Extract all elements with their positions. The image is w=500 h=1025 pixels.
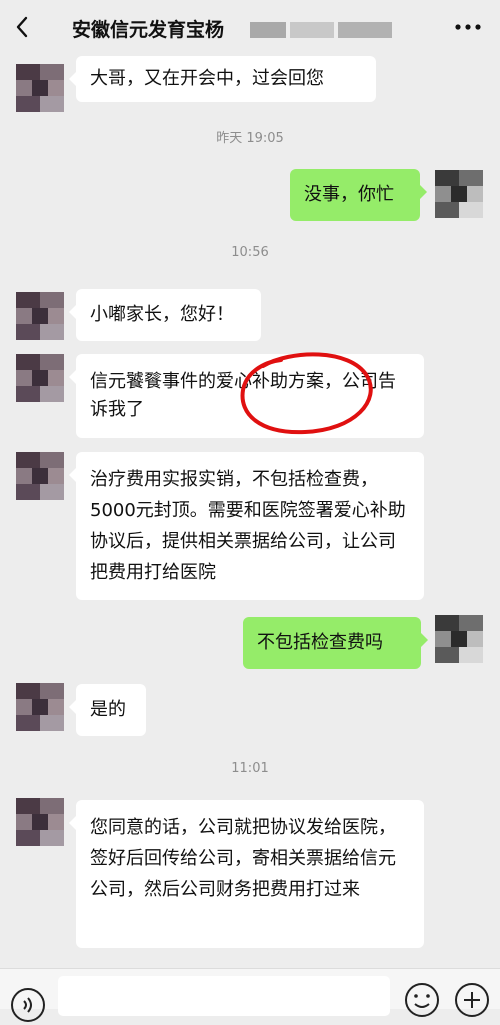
message-bubble-incoming[interactable]: 小嘟家长，您好！ bbox=[69, 289, 261, 341]
chat-title: 安徽信元发育宝杨 bbox=[72, 19, 225, 41]
timestamp: 昨天 19:05 bbox=[216, 131, 284, 146]
message-bubble-outgoing[interactable]: 不包括检查费吗 bbox=[243, 617, 428, 669]
avatar[interactable] bbox=[435, 170, 483, 218]
redacted-name bbox=[250, 22, 286, 38]
message-text: 信元饕餮事件的爱心补助方案，公司告诉我了 bbox=[90, 371, 396, 420]
message-bubble-incoming[interactable]: 您同意的话，公司就把协议发给医院，签好后回传给公司，寄相关票据给信元公司，然后公… bbox=[69, 800, 424, 948]
message-text: 是的 bbox=[90, 699, 126, 720]
message-bubble-incoming[interactable]: 是的 bbox=[69, 684, 146, 736]
message-bubble-outgoing[interactable]: 没事，你忙 bbox=[290, 169, 427, 221]
timestamp: 10:56 bbox=[231, 245, 269, 260]
avatar[interactable] bbox=[16, 452, 64, 500]
chevron-left-icon[interactable] bbox=[10, 12, 34, 42]
message-text: 大哥，又在开会中，过会回您 bbox=[90, 68, 324, 89]
avatar[interactable] bbox=[16, 798, 64, 846]
avatar[interactable] bbox=[16, 354, 64, 402]
message-text: 不包括检查费吗 bbox=[257, 632, 383, 653]
avatar[interactable] bbox=[435, 615, 483, 663]
voice-icon[interactable] bbox=[8, 985, 48, 1025]
message-input[interactable] bbox=[58, 976, 390, 1016]
avatar[interactable] bbox=[16, 683, 64, 731]
message-text: 小嘟家长，您好！ bbox=[90, 304, 234, 325]
message-text: 您同意的话，公司就把协议发给医院，签好后回传给公司，寄相关票据给信元公司，然后公… bbox=[90, 817, 396, 900]
redacted-name bbox=[290, 22, 334, 38]
message-bubble-incoming[interactable]: 信元饕餮事件的爱心补助方案，公司告诉我了 bbox=[69, 354, 424, 438]
avatar[interactable] bbox=[16, 64, 64, 112]
message-text: 治疗费用实报实销，不包括检查费，5000元封顶。需要和医院签署爱心补助协议后，提… bbox=[90, 469, 406, 583]
plus-circle-icon[interactable] bbox=[452, 980, 492, 1020]
more-dots-icon[interactable] bbox=[450, 12, 486, 42]
message-bubble-incoming[interactable]: 大哥，又在开会中，过会回您 bbox=[69, 56, 376, 102]
redacted-name bbox=[338, 22, 392, 38]
chat-header: 安徽信元发育宝杨 bbox=[0, 0, 500, 56]
timestamp: 11:01 bbox=[231, 761, 269, 776]
emoji-icon[interactable] bbox=[402, 980, 442, 1020]
message-bubble-incoming[interactable]: 治疗费用实报实销，不包括检查费，5000元封顶。需要和医院签署爱心补助协议后，提… bbox=[69, 452, 424, 600]
avatar[interactable] bbox=[16, 292, 64, 340]
message-text: 没事，你忙 bbox=[304, 184, 394, 205]
